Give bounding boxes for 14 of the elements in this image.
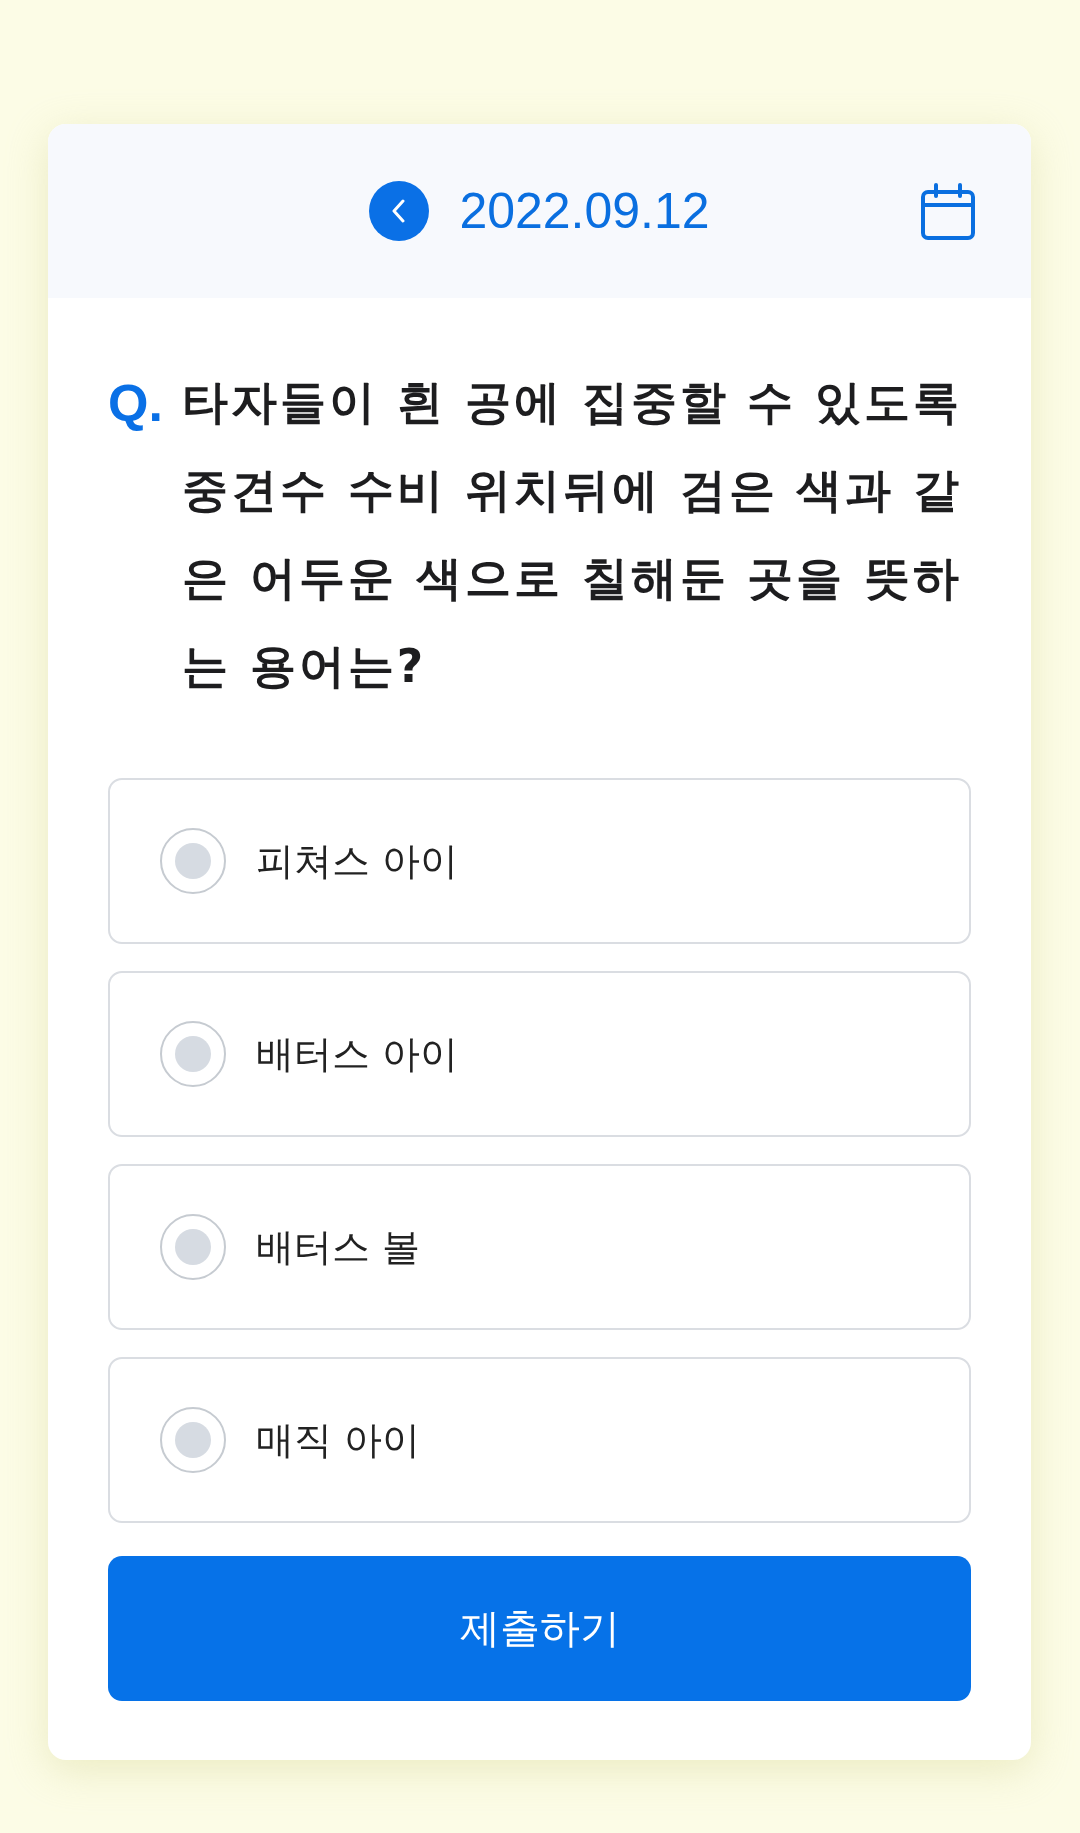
radio-button[interactable] [160,1214,226,1280]
answer-option[interactable]: 배터스 볼 [108,1164,971,1330]
radio-button[interactable] [160,1407,226,1473]
radio-button[interactable] [160,828,226,894]
answer-option[interactable]: 피쳐스 아이 [108,778,971,944]
question-text: 타자들이 흰 공에 집중할 수 있도록 중견수 수비 위치뒤에 검은 색과 같은 어두운 색으로 칠해둔 곳을 뜻하는 용어는? [182,375,964,695]
submit-button[interactable]: 제출하기 [108,1556,971,1701]
answer-option[interactable]: 매직 아이 [108,1357,971,1523]
calendar-icon[interactable] [921,182,975,240]
radio-button[interactable] [160,1021,226,1087]
chevron-left-icon [390,199,405,223]
question-marker: Q. [108,373,164,434]
date-label: 2022.09.12 [459,182,710,241]
answer-option[interactable]: 배터스 아이 [108,971,971,1137]
